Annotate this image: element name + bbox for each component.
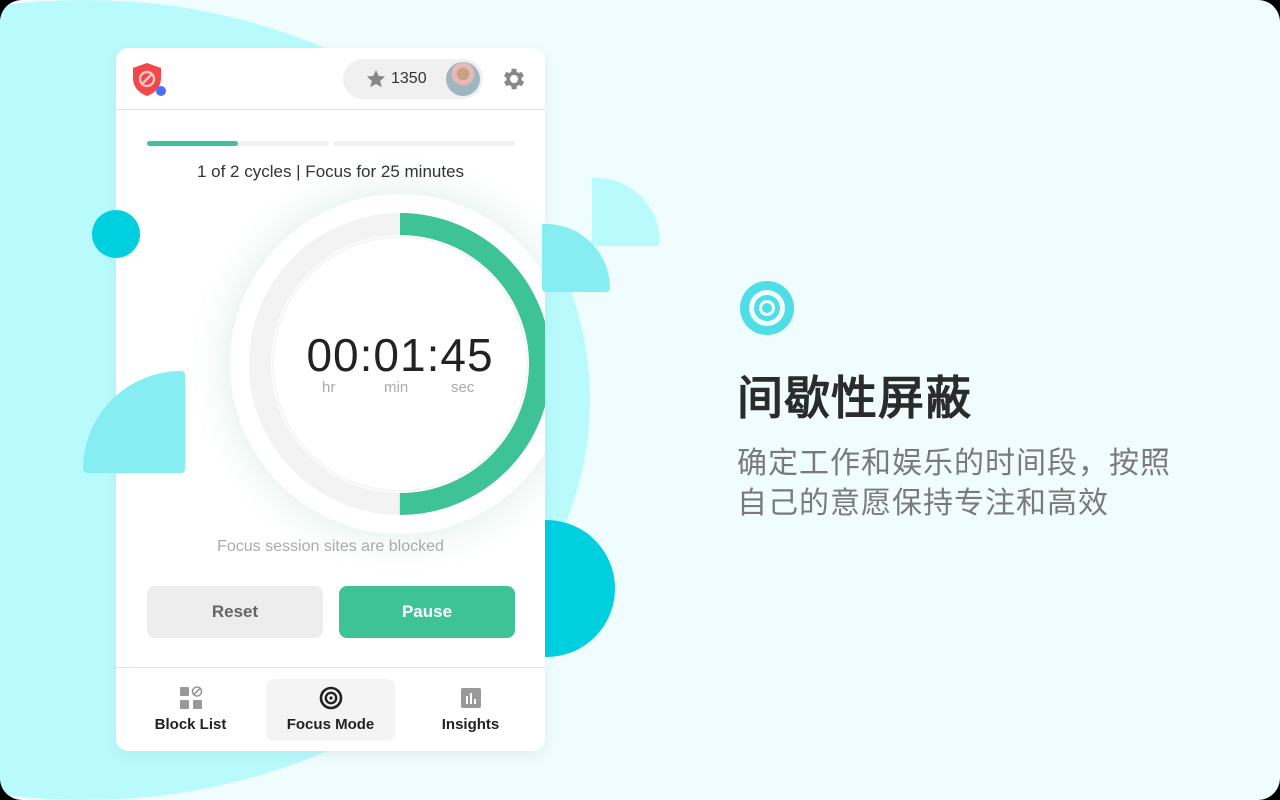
promo-canvas: 1350 1 of 2 cycles | Focus for 25 minute…: [0, 0, 1280, 800]
nav-label: Block List: [154, 716, 227, 733]
blocked-status: Focus session sites are blocked: [217, 538, 444, 555]
block-list-icon: [180, 686, 203, 709]
nav-label: Insights: [441, 716, 500, 733]
user-avatar[interactable]: [446, 62, 480, 96]
cycle-progress-bar: [147, 141, 515, 146]
cycle-segment-2: [333, 141, 515, 146]
cycle-segment-1: [147, 141, 329, 146]
nav-item-block-list[interactable]: Block List: [126, 679, 255, 741]
feature-title: 间歇性屏蔽: [737, 372, 972, 424]
target-icon: [319, 686, 343, 710]
insights-icon: [461, 688, 481, 708]
cycles-text: 1 of 2 cycles | Focus for 25 minutes: [196, 162, 465, 181]
decor-dot: [92, 210, 140, 258]
popup-header: 1350: [116, 48, 545, 110]
gear-icon[interactable]: [500, 65, 528, 93]
unit-min: min: [384, 379, 409, 396]
decor-quarter-shape: [592, 178, 660, 246]
feature-description: 确定工作和娱乐的时间段，按照自己的意愿保持专注和高效: [737, 447, 1171, 520]
unit-sec: sec: [451, 379, 475, 396]
star-icon: [366, 69, 386, 88]
reset-button[interactable]: Reset: [147, 586, 323, 638]
nav-item-focus-mode[interactable]: Focus Mode: [266, 679, 395, 741]
pause-button[interactable]: Pause: [339, 586, 515, 638]
points-count: 1350: [391, 70, 427, 87]
points-pill[interactable]: 1350: [343, 59, 483, 99]
nav-item-insights[interactable]: Insights: [406, 679, 535, 741]
nav-label: Focus Mode: [286, 716, 375, 733]
target-icon: [740, 281, 794, 335]
bottom-nav: Block List Focus Mode Insights: [116, 667, 545, 751]
unit-hr: hr: [322, 379, 336, 396]
shield-block-icon[interactable]: [128, 61, 168, 99]
timer-display: 00:01:45: [306, 329, 494, 381]
countdown-timer: 00:01:45 hr min sec: [230, 194, 545, 534]
cycle-segment-fill: [147, 141, 238, 146]
